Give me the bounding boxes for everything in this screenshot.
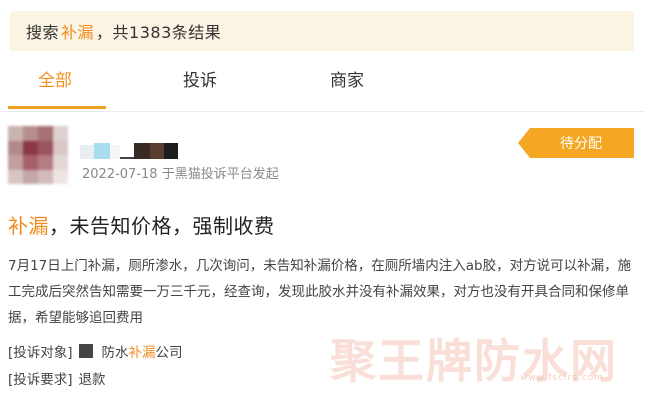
title-text: ，未告知价格，强制收费 [49, 214, 275, 238]
search-prefix: 搜索 [26, 23, 60, 42]
tab-all[interactable]: 全部 [38, 66, 72, 91]
tabs-divider [0, 111, 645, 112]
tab-bar: 全部 投诉 商家 [0, 58, 645, 110]
username-redacted[interactable] [80, 141, 178, 159]
complaint-source: 于黑猫投诉平台发起 [161, 167, 279, 182]
avatar[interactable] [8, 126, 68, 184]
company-logo-icon [78, 344, 93, 358]
request-label: [投诉要求] [8, 372, 73, 388]
complaint-description: 7月17日上门补漏，厕所渗水，几次询问，未告知补漏价格，在厕所墙内注入ab胶，对… [8, 258, 632, 326]
target-label: [投诉对象] [8, 345, 73, 361]
title-keyword: 补漏 [8, 214, 49, 238]
search-result-count: ，共1383条结果 [96, 23, 222, 42]
status-badge: 待分配 [518, 128, 634, 158]
complaint-target-row: [投诉对象] 防水补漏公司 [8, 341, 183, 361]
watermark-url: www.fsclrs.com [520, 373, 604, 383]
active-tab-indicator [8, 106, 106, 109]
complaint-title[interactable]: 补漏，未告知价格，强制收费 [8, 210, 275, 239]
tab-complaints[interactable]: 投诉 [183, 66, 217, 91]
request-value: 退款 [78, 372, 106, 388]
complaint-request-row: [投诉要求] 退款 [8, 368, 106, 388]
target-company[interactable]: 防水补漏公司 [102, 341, 183, 361]
search-keyword: 补漏 [61, 23, 95, 42]
complaint-date: 2022-07-18 [82, 167, 158, 182]
complaint-meta: 2022-07-18 于黑猫投诉平台发起 [82, 163, 279, 182]
tab-merchants[interactable]: 商家 [330, 66, 364, 91]
search-result-banner: 搜索 补漏 ，共1383条结果 [10, 11, 634, 51]
